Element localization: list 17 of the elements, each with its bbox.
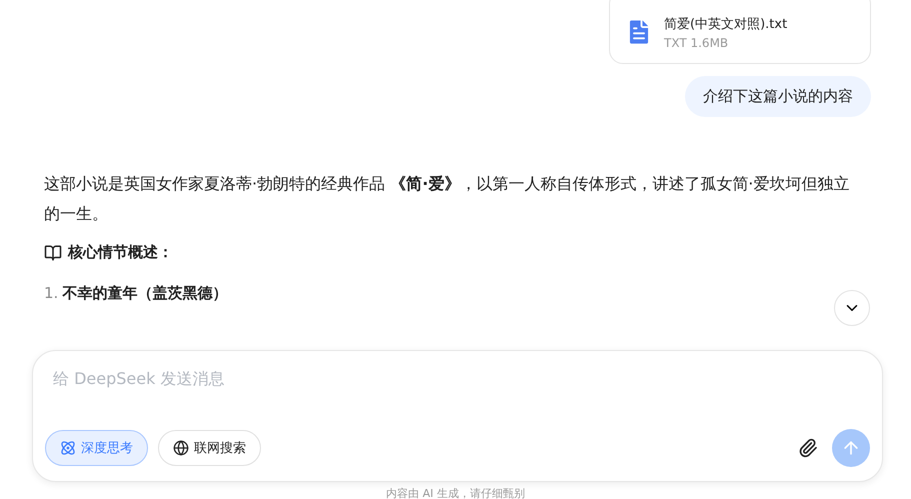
file-meta: TXT 1.6MB	[664, 36, 730, 50]
send-button[interactable]	[832, 429, 870, 467]
scroll-down-button[interactable]	[834, 290, 870, 326]
list-number: 1.	[44, 284, 58, 303]
disclaimer: 内容由 AI 生成，请仔细甄别	[385, 486, 526, 499]
list-item-title: 不幸的童年（盖茨黑德）	[62, 284, 228, 303]
book-icon	[44, 244, 62, 262]
file-name: 简爱(中英文对照).txt	[664, 16, 788, 32]
answer-paragraph: 这部小说是英国女作家夏洛蒂·勃朗特的经典作品 《简·爱》，以第一人称自传体形式，讲述了孤女简·爱坎坷但独立的一生。	[44, 173, 850, 225]
section-heading: 核心情节概述：	[68, 243, 173, 262]
atom-icon	[60, 440, 76, 456]
attachment-card[interactable]: 简爱(中英文对照).txt TXT 1.6MB	[609, 0, 871, 64]
web-search-toggle[interactable]: 联网搜索	[158, 430, 261, 466]
message-input[interactable]: 给 DeepSeek 发送消息	[45, 365, 870, 392]
user-message: 介绍下这篇小说的内容	[685, 76, 871, 117]
globe-icon	[173, 440, 189, 456]
paperclip-icon	[798, 438, 818, 458]
